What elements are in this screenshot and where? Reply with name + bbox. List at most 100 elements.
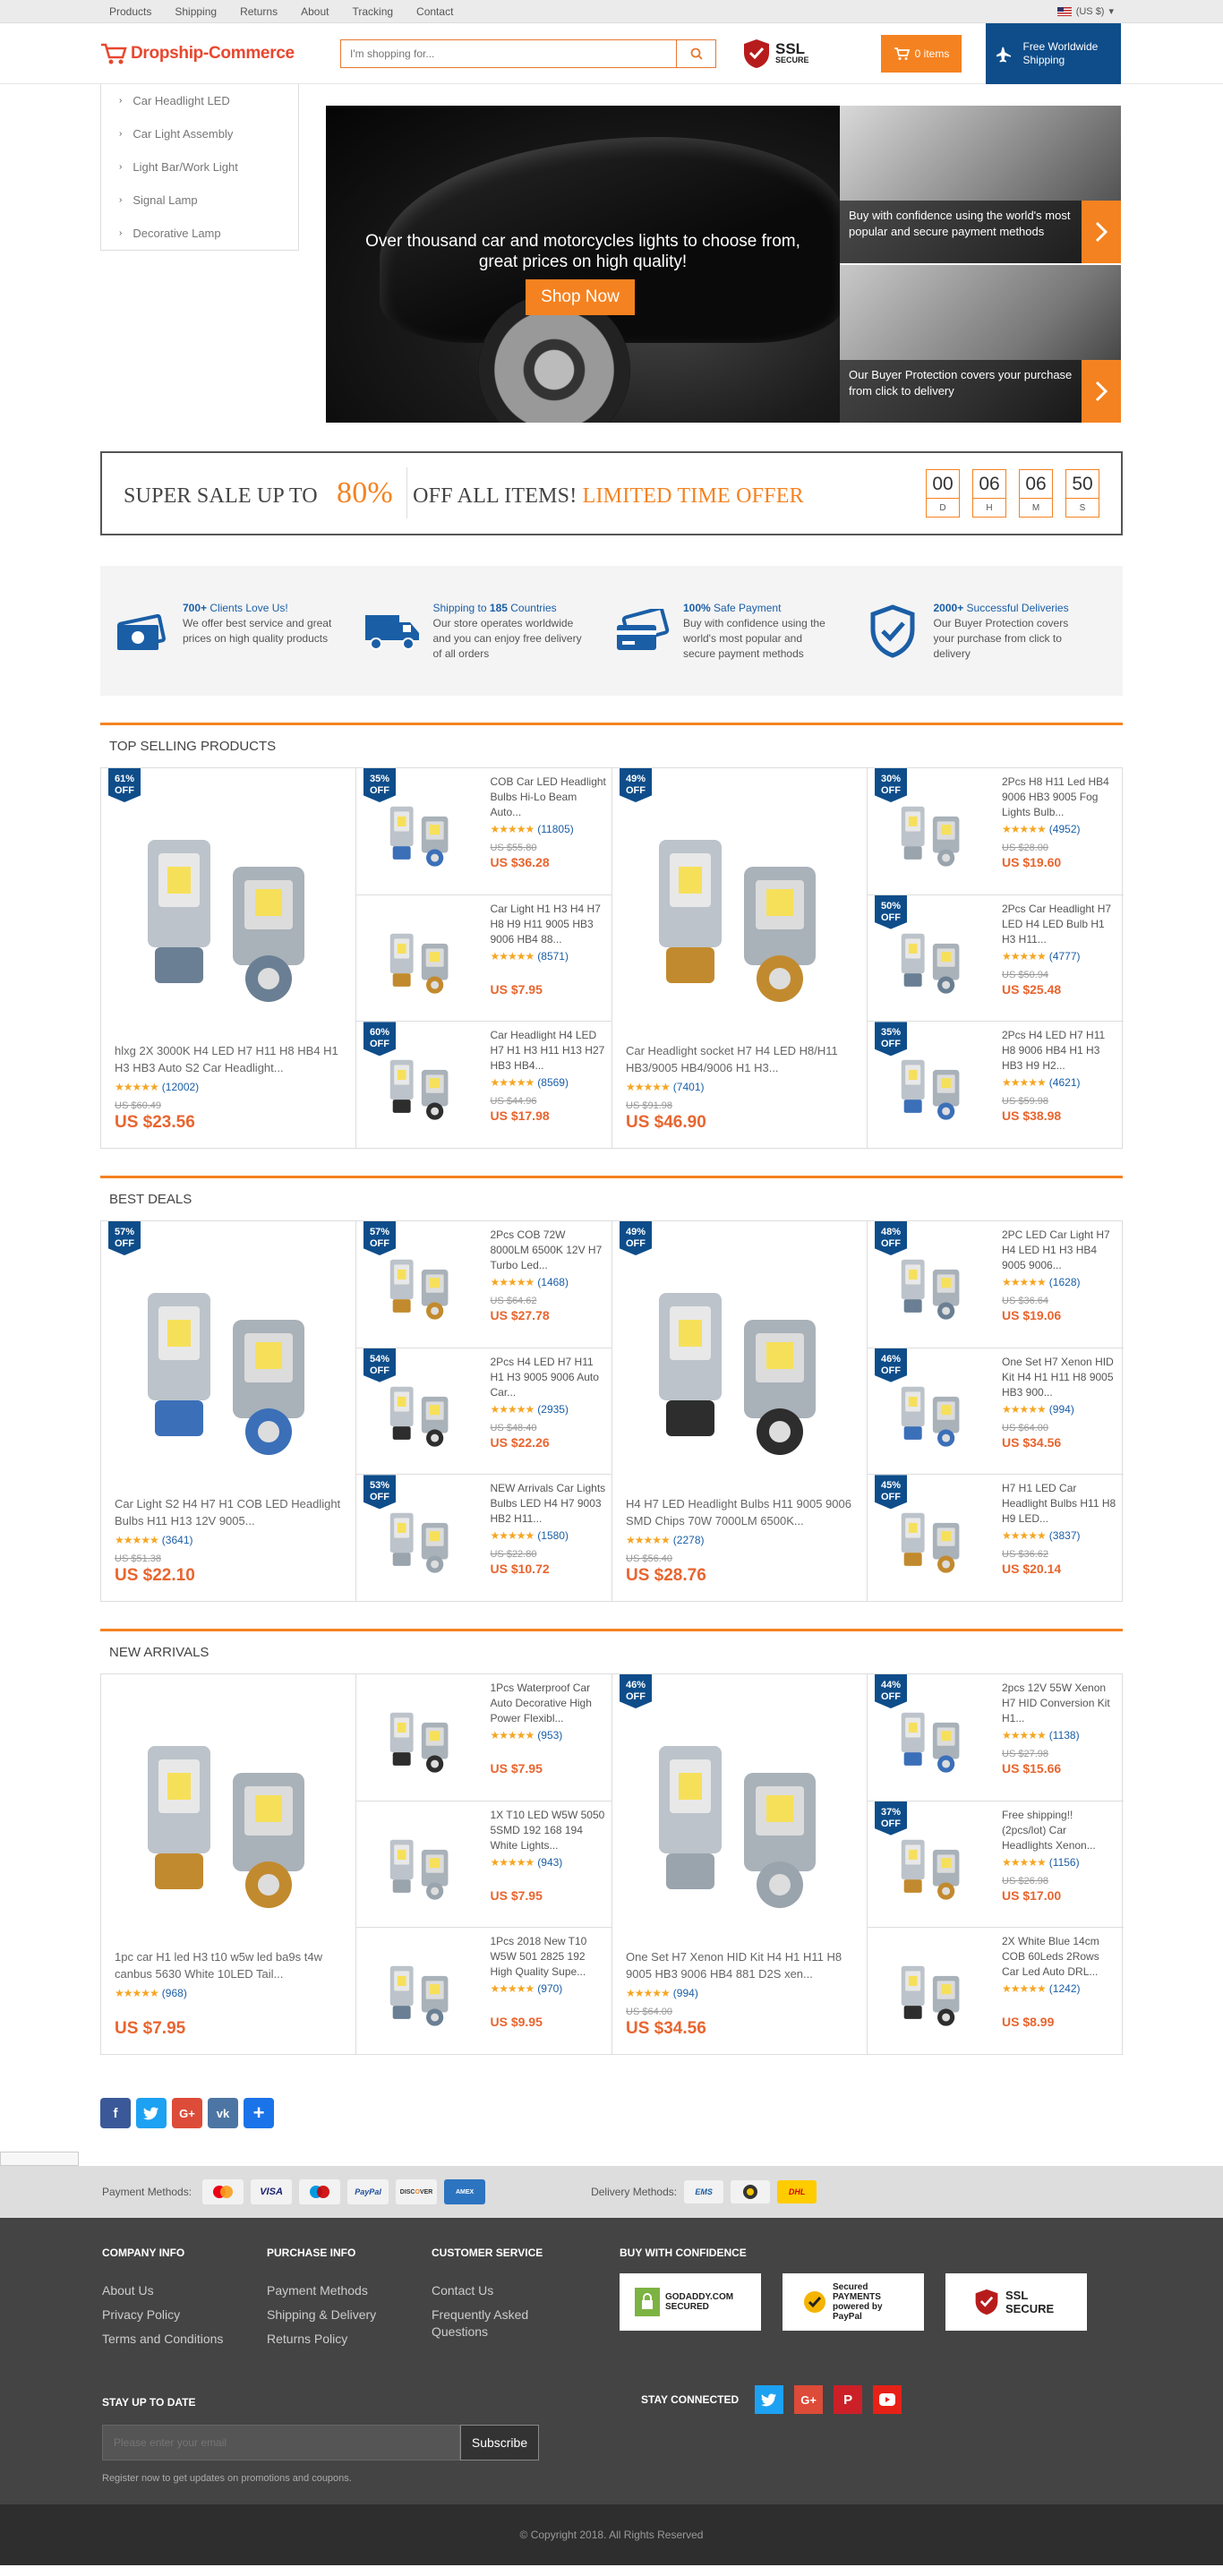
cart-button[interactable]: 0 items <box>881 34 962 73</box>
product-name[interactable]: One Set H7 Xenon HID Kit H4 H1 H11 H8 90… <box>626 1948 853 1984</box>
email-field[interactable] <box>102 2425 460 2460</box>
review-count[interactable]: (7401) <box>673 1081 705 1093</box>
product-name[interactable]: hlxg 2X 3000K H4 LED H7 H11 H8 HB4 H1 H3… <box>115 1042 342 1078</box>
product-card[interactable]: 30% OFF 2Pcs H8 H11 Led HB4 9006 HB3 9005 … <box>868 768 1124 895</box>
pinterest-icon[interactable]: P <box>834 2385 863 2414</box>
review-count[interactable]: (1628) <box>1049 1276 1081 1288</box>
returns-policy-link[interactable]: Returns Policy <box>267 2327 432 2351</box>
top-link-products[interactable]: Products <box>109 5 151 18</box>
search-button[interactable] <box>676 39 715 67</box>
product-card[interactable]: 45% OFF H7 H1 LED Car Headlight Bulbs H11 … <box>868 1475 1124 1601</box>
review-count[interactable]: (2935) <box>537 1403 569 1416</box>
product-image-wrap[interactable] <box>356 1928 483 2054</box>
product-image-wrap[interactable] <box>115 1230 342 1490</box>
review-count[interactable]: (968) <box>162 1987 187 1999</box>
youtube-icon[interactable] <box>873 2385 902 2414</box>
faq-link[interactable]: Frequently Asked Questions <box>432 2306 566 2341</box>
top-link-contact[interactable]: Contact <box>416 5 453 18</box>
review-count[interactable]: (4952) <box>1049 823 1081 835</box>
product-image-wrap[interactable] <box>356 1674 483 1801</box>
review-count[interactable]: (8569) <box>537 1076 569 1089</box>
shipping-delivery-link[interactable]: Shipping & Delivery <box>267 2303 432 2327</box>
facebook-share-icon[interactable]: f <box>100 2098 131 2128</box>
product-name[interactable]: COB Car LED Headlight Bulbs Hi-Lo Beam A… <box>490 775 606 820</box>
product-card[interactable]: Car Light H1 H3 H4 H7 H8 H9 H11 9005 HB3… <box>356 895 612 1023</box>
product-card[interactable]: 44% OFF 2pcs 12V 55W Xenon H7 HID Conversi… <box>868 1674 1124 1801</box>
product-card-large[interactable]: 1pc car H1 led H3 t10 w5w led ba9s t4w c… <box>101 1674 356 2054</box>
shop-now-button[interactable]: Shop Now <box>526 279 635 315</box>
product-name[interactable]: Car Headlight H4 LED H7 H1 H3 H11 H13 H2… <box>490 1028 606 1074</box>
product-card[interactable]: 1Pcs Waterproof Car Auto Decorative High… <box>356 1674 612 1801</box>
product-name[interactable]: 2Pcs H4 LED H7 H11 H1 H3 9005 9006 Auto … <box>490 1355 606 1400</box>
google-plus-icon[interactable]: G+ <box>794 2385 824 2414</box>
product-name[interactable]: 1pc car H1 led H3 t10 w5w led ba9s t4w c… <box>115 1948 342 1984</box>
review-count[interactable]: (2278) <box>673 1534 705 1546</box>
review-count[interactable]: (3641) <box>162 1534 193 1546</box>
product-name[interactable]: 2Pcs H8 H11 Led HB4 9006 HB3 9005 Fog Li… <box>1002 775 1118 820</box>
review-count[interactable]: (1580) <box>537 1529 569 1542</box>
top-link-tracking[interactable]: Tracking <box>352 5 393 18</box>
payment-methods-link[interactable]: Payment Methods <box>267 2279 432 2303</box>
review-count[interactable]: (4777) <box>1049 950 1081 963</box>
vk-share-icon[interactable]: vk <box>208 2098 238 2128</box>
review-count[interactable]: (953) <box>537 1729 562 1742</box>
product-name[interactable]: 2Pcs Car Headlight H7 LED H4 LED Bulb H1… <box>1002 902 1118 947</box>
product-card[interactable]: 46% OFF One Set H7 Xenon HID Kit H4 H1 H11… <box>868 1348 1124 1476</box>
review-count[interactable]: (3837) <box>1049 1529 1081 1542</box>
product-name[interactable]: 2pcs 12V 55W Xenon H7 HID Conversion Kit… <box>1002 1681 1118 1726</box>
review-count[interactable]: (12002) <box>162 1081 199 1093</box>
product-image-wrap[interactable] <box>626 1230 853 1490</box>
product-card[interactable]: 53% OFF NEW Arrivals Car Lights Bulbs LED … <box>356 1475 612 1601</box>
more-share-icon[interactable]: + <box>244 2098 274 2128</box>
twitter-share-icon[interactable] <box>136 2098 167 2128</box>
product-card-large[interactable]: 49% OFF Car Headlight socket H7 H4 LED H8/… <box>612 768 868 1148</box>
product-card[interactable]: 35% OFF COB Car LED Headlight Bulbs Hi-Lo … <box>356 768 612 895</box>
product-card[interactable]: 2X White Blue 14cm COB 60Leds 2Rows Car … <box>868 1928 1124 2054</box>
about-us-link[interactable]: About Us <box>102 2279 267 2303</box>
product-card[interactable]: 54% OFF 2Pcs H4 LED H7 H11 H1 H3 9005 9006… <box>356 1348 612 1476</box>
product-name[interactable]: Free shipping!! (2pcs/lot) Car Headlight… <box>1002 1808 1118 1853</box>
review-count[interactable]: (994) <box>673 1987 698 1999</box>
product-card[interactable]: 1Pcs 2018 New T10 W5W 501 2825 192 High … <box>356 1928 612 2054</box>
product-name[interactable]: NEW Arrivals Car Lights Bulbs LED H4 H7 … <box>490 1481 606 1527</box>
product-card-large[interactable]: 61% OFF hlxg 2X 3000K H4 LED H7 H11 H8 HB4… <box>101 768 356 1148</box>
review-count[interactable]: (4621) <box>1049 1076 1081 1089</box>
site-logo[interactable]: Dropship-Commerce <box>100 42 340 65</box>
product-image-wrap[interactable] <box>356 895 483 1022</box>
product-image-wrap[interactable] <box>356 1801 483 1928</box>
review-count[interactable]: (970) <box>537 1982 562 1995</box>
category-item[interactable]: › Decorative Lamp <box>101 217 298 250</box>
product-name[interactable]: 2X White Blue 14cm COB 60Leds 2Rows Car … <box>1002 1934 1118 1980</box>
review-count[interactable]: (1242) <box>1049 1982 1081 1995</box>
product-card[interactable]: 50% OFF 2Pcs Car Headlight H7 LED H4 LED B… <box>868 894 1124 1023</box>
product-name[interactable]: Car Light H1 H3 H4 H7 H8 H9 H11 9005 HB3… <box>490 902 606 947</box>
arrow-right-icon[interactable] <box>1082 201 1121 263</box>
review-count[interactable]: (8571) <box>537 950 569 963</box>
review-count[interactable]: (994) <box>1049 1403 1074 1416</box>
product-name[interactable]: 2PC LED Car Light H7 H4 LED H1 H3 HB4 90… <box>1002 1228 1118 1273</box>
product-name[interactable]: 1X T10 LED W5W 5050 5SMD 192 168 194 Whi… <box>490 1808 606 1853</box>
product-image-wrap[interactable] <box>868 1928 995 2054</box>
contact-us-link[interactable]: Contact Us <box>432 2279 596 2303</box>
review-count[interactable]: (11805) <box>537 823 573 835</box>
payment-promo[interactable]: Buy with confidence using the world's mo… <box>840 106 1121 263</box>
product-name[interactable]: 1Pcs Waterproof Car Auto Decorative High… <box>490 1681 606 1726</box>
category-item[interactable]: › Car Light Assembly <box>101 117 298 150</box>
product-card[interactable]: 37% OFF Free shipping!! (2pcs/lot) Car Hea… <box>868 1801 1124 1929</box>
review-count[interactable]: (943) <box>537 1856 562 1869</box>
product-card[interactable]: 60% OFF Car Headlight H4 LED H7 H1 H3 H11 … <box>356 1022 612 1148</box>
top-link-about[interactable]: About <box>301 5 329 18</box>
product-name[interactable]: Car Light S2 H4 H7 H1 COB LED Headlight … <box>115 1495 342 1531</box>
terms-link[interactable]: Terms and Conditions <box>102 2327 267 2351</box>
subscribe-button[interactable]: Subscribe <box>460 2425 539 2460</box>
main-banner[interactable]: Over thousand car and motorcycles lights… <box>326 106 840 423</box>
top-link-shipping[interactable]: Shipping <box>175 5 217 18</box>
product-name[interactable]: One Set H7 Xenon HID Kit H4 H1 H11 H8 90… <box>1002 1355 1118 1400</box>
review-count[interactable]: (1138) <box>1049 1729 1080 1742</box>
twitter-icon[interactable] <box>755 2385 784 2414</box>
product-card-large[interactable]: 46% OFF One Set H7 Xenon HID Kit H4 H1 H11… <box>612 1674 868 2054</box>
product-name[interactable]: 2Pcs COB 72W 8000LM 6500K 12V H7 Turbo L… <box>490 1228 606 1273</box>
product-card[interactable]: 1X T10 LED W5W 5050 5SMD 192 168 194 Whi… <box>356 1801 612 1929</box>
product-card-large[interactable]: 49% OFF H4 H7 LED Headlight Bulbs H11 9005… <box>612 1221 868 1601</box>
product-name[interactable]: H4 H7 LED Headlight Bulbs H11 9005 9006 … <box>626 1495 853 1531</box>
